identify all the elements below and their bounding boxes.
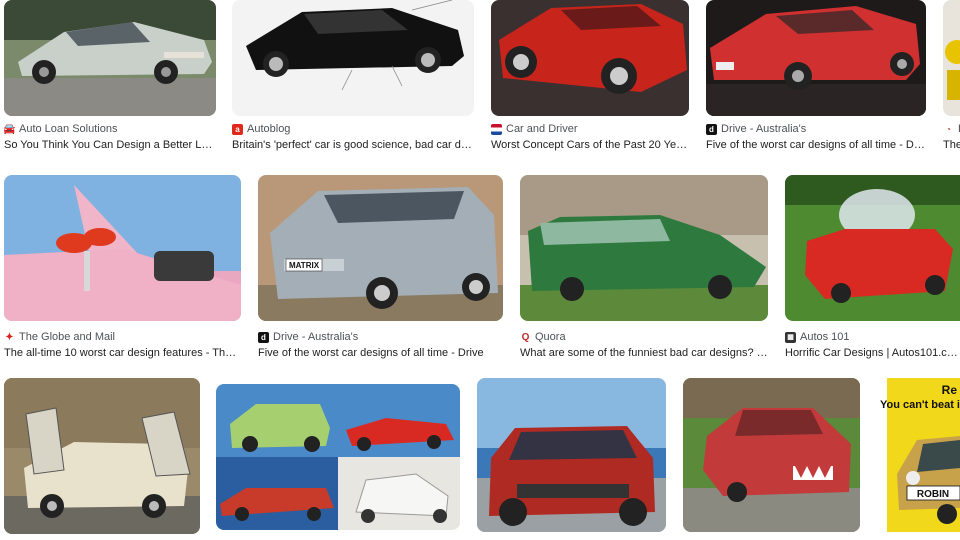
result-image[interactable] (491, 0, 689, 116)
red-coupe-photo (706, 0, 926, 116)
result-source[interactable]: Q Quora (520, 330, 768, 344)
result-card-11[interactable] (216, 384, 460, 540)
green-streamliner-photo (520, 175, 768, 321)
result-image[interactable] (4, 378, 200, 534)
result-image[interactable]: MATRIX (258, 175, 503, 321)
result-card-13[interactable] (683, 378, 860, 540)
reliant-robin-ad-photo: Re You can't beat i ROBIN (877, 378, 960, 532)
result-image[interactable] (232, 0, 474, 116)
result-card-2[interactable]: a Autoblog Britain's 'perfect' car is go… (232, 0, 474, 160)
black-car-diagram-photo (232, 0, 474, 116)
result-card-4[interactable]: d Drive - Australia's Five of the worst … (706, 0, 926, 160)
result-title[interactable]: Horrific Car Designs | Autos101.c… (785, 347, 960, 363)
result-card-7[interactable]: MATRIX d Drive - Australia's Five of the… (258, 175, 503, 365)
result-source[interactable]: d Drive - Australia's (258, 330, 503, 344)
result-image[interactable] (943, 0, 960, 116)
result-image[interactable] (785, 175, 960, 321)
result-image[interactable]: Re You can't beat i ROBIN (877, 378, 960, 532)
result-title[interactable]: Five of the worst car designs of all tim… (706, 139, 926, 155)
result-image[interactable] (216, 384, 460, 530)
result-title[interactable]: So You Think You Can Design a Better Loo… (4, 139, 216, 155)
result-card-3[interactable]: Car and Driver Worst Concept Cars of the… (491, 0, 689, 160)
result-card-9[interactable]: ▦ Autos 101 Horrific Car Designs | Autos… (785, 175, 960, 365)
result-title[interactable]: What are some of the funniest bad car de… (520, 347, 768, 363)
result-image[interactable] (706, 0, 926, 116)
result-card-6[interactable]: ✦ The Globe and Mail The all-time 10 wor… (4, 175, 241, 365)
red-sports-car-with-teeth-photo (683, 378, 860, 532)
result-card-8[interactable]: Q Quora What are some of the funniest ba… (520, 175, 768, 365)
robin-plate-text: ROBIN (917, 489, 949, 500)
result-image[interactable] (520, 175, 768, 321)
speedometer-icon: ◔ (946, 124, 951, 134)
car-icon: 🚘 (4, 123, 15, 135)
autoblog-icon: a (232, 123, 243, 135)
pink-cadillac-fin-photo (4, 175, 241, 321)
result-card-14[interactable]: Re You can't beat i ROBIN (877, 378, 960, 540)
maple-leaf-icon: ✦ (5, 331, 14, 343)
yellow-car-photo (943, 0, 960, 116)
red-concept-car-photo (491, 0, 689, 116)
result-source[interactable]: d Drive - Australia's (706, 122, 926, 136)
drive-icon: d (258, 331, 269, 343)
result-image[interactable] (4, 175, 241, 321)
flag-icon (491, 123, 502, 135)
gullwing-microcar-photo (4, 378, 200, 534)
result-image[interactable] (477, 378, 666, 532)
quora-icon: Q (521, 331, 530, 343)
result-title[interactable]: The all-time 10 worst car design feature… (4, 347, 241, 363)
result-source[interactable]: Car and Driver (491, 122, 689, 136)
result-title[interactable]: Worst Concept Cars of the Past 20 Years (491, 139, 689, 155)
result-card-10[interactable] (4, 378, 200, 540)
result-source[interactable]: ▦ Autos 101 (785, 330, 960, 344)
result-image[interactable] (4, 0, 216, 116)
result-source[interactable]: a Autoblog (232, 122, 474, 136)
result-title[interactable]: Five of the worst car designs of all tim… (258, 347, 503, 363)
hyundai-matrix-photo: MATRIX (258, 175, 503, 321)
plate-text: MATRIX (289, 261, 320, 270)
result-card-5[interactable]: ◔ H The (943, 0, 960, 160)
result-title[interactable]: The (943, 139, 960, 155)
result-card-12[interactable] (477, 378, 666, 540)
result-title[interactable]: Britain's 'perfect' car is good science,… (232, 139, 474, 155)
result-source[interactable]: ✦ The Globe and Mail (4, 330, 241, 344)
result-card-1[interactable]: 🚘 Auto Loan Solutions So You Think You C… (4, 0, 216, 160)
drive-icon: d (706, 123, 717, 135)
grid-icon: ▦ (785, 331, 796, 343)
silver-wedge-car-photo (4, 0, 216, 116)
result-source[interactable]: ◔ H (943, 122, 960, 136)
four-car-collage-photo (216, 384, 460, 530)
poster-heading-line2: You can't beat i (880, 399, 960, 411)
result-source[interactable]: 🚘 Auto Loan Solutions (4, 122, 216, 136)
red-bubble-car-photo (785, 175, 960, 321)
fiat-multipla-photo (477, 378, 666, 532)
poster-heading-line1: Re (942, 383, 958, 397)
result-image[interactable] (683, 378, 860, 532)
